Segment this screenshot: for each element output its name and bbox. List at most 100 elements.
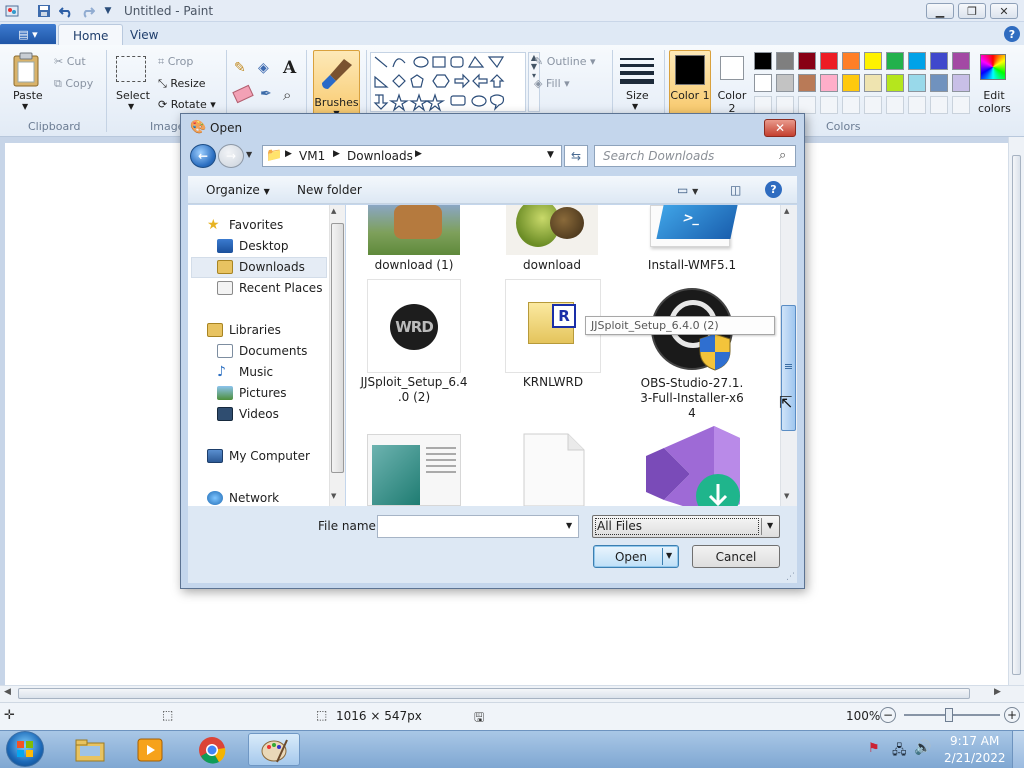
empty-color-swatch[interactable] xyxy=(886,96,904,114)
file-icon-install-wmf[interactable]: >_ xyxy=(646,205,738,255)
scroll-down-icon[interactable]: ▼ xyxy=(331,492,336,500)
file-scroll-thumb[interactable] xyxy=(781,305,796,431)
forward-button[interactable]: → xyxy=(218,144,244,168)
back-button[interactable]: ← xyxy=(190,144,216,168)
crop-button[interactable]: ⌗ Crop xyxy=(158,55,193,69)
customize-qat-icon[interactable]: ▼ xyxy=(100,3,116,19)
help-icon[interactable]: ? xyxy=(1004,26,1020,42)
zoom-in-icon[interactable]: + xyxy=(1004,707,1020,723)
size-label[interactable]: Size xyxy=(626,89,649,102)
taskbar-paint[interactable] xyxy=(248,733,300,766)
file-label-download-1[interactable]: download (1) xyxy=(360,258,468,273)
pencil-icon[interactable]: ✎ xyxy=(234,60,252,78)
empty-color-swatch[interactable] xyxy=(930,96,948,114)
redo-icon[interactable] xyxy=(80,3,96,19)
clock-date[interactable]: 2/21/2022 xyxy=(944,751,1006,765)
color-swatch[interactable] xyxy=(864,52,882,70)
file-thumbnail-jjsploit[interactable]: WRD xyxy=(367,279,461,373)
magnifier-icon[interactable]: ⌕ xyxy=(283,86,291,104)
taskbar-media-player[interactable] xyxy=(124,733,176,766)
copy-button[interactable]: ⧉ Copy xyxy=(54,77,93,91)
color-swatch[interactable] xyxy=(886,74,904,92)
show-desktop-button[interactable] xyxy=(1012,731,1024,768)
brushes-button[interactable]: Brushes ▼ xyxy=(313,50,360,122)
edit-colors-icon[interactable] xyxy=(980,54,1006,80)
canvas-vertical-scrollbar[interactable] xyxy=(1008,137,1024,685)
taskbar-chrome[interactable] xyxy=(186,733,238,766)
breadcrumb-chevron-icon[interactable]: ▶ xyxy=(285,149,292,159)
nav-desktop[interactable]: Desktop xyxy=(217,239,289,253)
minimize-button[interactable]: ▁ xyxy=(926,3,954,19)
empty-color-swatch[interactable] xyxy=(798,96,816,114)
color-swatch[interactable] xyxy=(842,52,860,70)
file-thumbnail-avocado[interactable] xyxy=(506,205,598,255)
color-swatch[interactable] xyxy=(820,52,838,70)
file-icon-visual-studio[interactable] xyxy=(644,426,740,506)
scroll-right-icon[interactable]: ▶ xyxy=(994,687,1001,697)
tab-home[interactable]: Home xyxy=(58,24,124,46)
file-icon-blank[interactable] xyxy=(520,432,586,507)
color-swatch[interactable] xyxy=(952,52,970,70)
scroll-up-icon[interactable]: ▲ xyxy=(331,207,336,215)
breadcrumb-vm1[interactable]: VM1 xyxy=(299,149,325,163)
file-label-jjsploit[interactable]: JJSploit_Setup_6.4 .0 (2) xyxy=(360,375,468,405)
nav-pictures[interactable]: Pictures xyxy=(217,386,287,400)
open-dropdown-icon[interactable]: ▼ xyxy=(666,551,672,560)
new-folder-button[interactable]: New folder xyxy=(297,183,362,197)
nav-favorites[interactable]: ★ Favorites xyxy=(207,218,283,232)
nav-scroll-thumb[interactable] xyxy=(331,223,344,473)
color-swatch[interactable] xyxy=(930,74,948,92)
paste-button[interactable] xyxy=(10,52,42,88)
nav-downloads[interactable]: Downloads xyxy=(217,260,305,274)
file-menu-button[interactable]: ▤ ▾ xyxy=(0,24,56,44)
color-swatch[interactable] xyxy=(754,52,772,70)
cancel-button[interactable]: Cancel xyxy=(692,545,780,568)
cut-button[interactable]: ✂ Cut xyxy=(54,55,86,68)
size-icon[interactable] xyxy=(620,56,654,84)
color-swatch[interactable] xyxy=(820,74,838,92)
fill-bucket-icon[interactable]: ◈ xyxy=(258,60,276,78)
rotate-button[interactable]: ⟳ Rotate ▾ xyxy=(158,98,216,111)
scroll-down-icon[interactable]: ▼ xyxy=(784,492,789,500)
file-thumbnail-screenshot[interactable] xyxy=(367,434,461,506)
color-swatch[interactable] xyxy=(908,52,926,70)
organize-button[interactable]: Organize ▼ xyxy=(206,183,270,197)
preview-pane-icon[interactable]: ◫ xyxy=(730,183,741,197)
color-swatch[interactable] xyxy=(864,74,882,92)
start-button[interactable] xyxy=(6,731,44,767)
fill-button[interactable]: ◈ Fill ▾ xyxy=(534,77,570,90)
scroll-left-icon[interactable]: ◀ xyxy=(4,687,11,697)
color-swatch[interactable] xyxy=(798,52,816,70)
address-dropdown-icon[interactable]: ▼ xyxy=(547,150,554,160)
file-thumbnail-cow[interactable] xyxy=(368,205,460,255)
clock-time[interactable]: 9:17 AM xyxy=(950,734,999,748)
dialog-help-icon[interactable]: ? xyxy=(765,181,782,198)
change-view-icon[interactable]: ▭ ▼ xyxy=(677,183,698,197)
empty-color-swatch[interactable] xyxy=(908,96,926,114)
file-name-input[interactable]: ▼ xyxy=(377,515,579,538)
color-swatch[interactable] xyxy=(908,74,926,92)
scroll-up-icon[interactable]: ▲ xyxy=(784,207,789,215)
empty-color-swatch[interactable] xyxy=(864,96,882,114)
color-swatch[interactable] xyxy=(930,52,948,70)
file-label-install-wmf[interactable]: Install-WMF5.1 xyxy=(638,258,746,273)
color2-button[interactable]: Color 2 xyxy=(714,50,750,116)
color-picker-icon[interactable]: ✒ xyxy=(260,86,272,102)
taskbar-explorer[interactable] xyxy=(64,733,116,766)
search-input[interactable]: Search Downloads ⌕ xyxy=(594,145,796,167)
file-type-select[interactable]: All Files ▼ xyxy=(592,515,780,538)
color-swatch[interactable] xyxy=(952,74,970,92)
zoom-slider-thumb[interactable] xyxy=(945,708,953,722)
breadcrumb-downloads[interactable]: Downloads xyxy=(347,149,413,163)
save-icon[interactable] xyxy=(36,3,52,19)
select-label[interactable]: Select xyxy=(116,89,150,102)
nav-documents[interactable]: Documents xyxy=(217,344,307,358)
resize-grip-icon[interactable]: ⋰ xyxy=(786,572,795,582)
search-icon[interactable]: ⌕ xyxy=(779,148,786,163)
paint-app-icon[interactable] xyxy=(4,3,20,19)
address-bar[interactable]: 📁 ▶ VM1 ▶ Downloads ▶ ▼ xyxy=(262,145,562,167)
nav-pane-scrollbar[interactable]: ▲ ▼ xyxy=(329,205,345,506)
dialog-close-button[interactable]: ✕ xyxy=(764,119,796,137)
nav-network[interactable]: Network xyxy=(207,491,279,505)
select-icon[interactable] xyxy=(116,56,146,82)
